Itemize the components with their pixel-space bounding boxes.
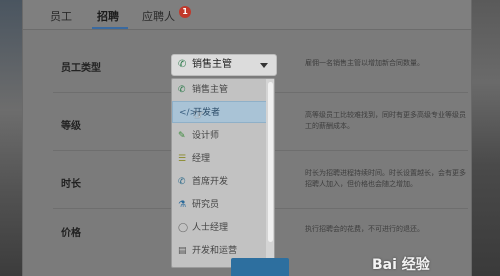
brush-icon: ✎ (178, 131, 186, 141)
circle-icon: ◯ (178, 223, 189, 233)
employee-type-dropdown: ✆ 销售主管 </> 开发者 ✎ 设计师 ☰ 经理 ✆ 首席开发 ⚗ 研究员 ◯… (171, 78, 275, 268)
tab-bar: 员工 招聘 应聘人 1 (23, 0, 471, 30)
server-icon: ▤ (178, 246, 187, 256)
dropdown-option-highlighted[interactable]: </> 开发者 (172, 101, 268, 123)
confirm-button[interactable] (231, 258, 289, 276)
watermark: Bai 经验 (372, 257, 430, 273)
tab-employees[interactable]: 员工 (50, 8, 72, 24)
option-label: 开发和运营 (192, 246, 238, 256)
chevron-down-icon (260, 63, 268, 68)
duration-label: 时长 (61, 179, 81, 190)
price-description: 执行招聘会的花费，不可进行的退还。 (305, 225, 424, 233)
applicants-count-badge: 1 (179, 6, 191, 18)
hire-dialog: 员工 招聘 应聘人 1 员工类型 雇佣一名销售主管以增加新合同数量。 等级 高等… (22, 0, 472, 276)
phone-icon: ✆ (178, 177, 186, 187)
dropdown-option[interactable]: ✆ 首席开发 (172, 171, 268, 193)
price-label: 价格 (61, 228, 81, 239)
background-right (472, 0, 500, 276)
level-label: 等级 (61, 121, 81, 132)
tab-applicants[interactable]: 应聘人 (142, 8, 175, 24)
option-label: 研究员 (192, 200, 220, 210)
dropdown-option[interactable]: ☰ 经理 (172, 148, 268, 170)
option-label: 销售主管 (192, 85, 229, 95)
dropdown-option[interactable]: ⚗ 研究员 (172, 194, 268, 216)
option-label: 人士经理 (192, 223, 229, 233)
employee-type-select[interactable]: ✆ 销售主管 (171, 54, 277, 76)
mouse-cursor-icon: ☞ (193, 108, 205, 123)
dropdown-option[interactable]: ✆ 销售主管 (172, 79, 268, 101)
phone-icon: ✆ (178, 85, 186, 95)
duration-description: 时长为招聘进程持续时间。时长设置越长，会有更多招聘人加入，但价格也会随之增加。 (305, 169, 466, 188)
dropdown-option[interactable]: ✎ 设计师 (172, 125, 268, 147)
tab-recruit[interactable]: 招聘 (97, 8, 119, 24)
phone-icon: ✆ (178, 59, 187, 70)
dropdown-option[interactable]: ◯ 人士经理 (172, 217, 268, 239)
employee-type-label: 员工类型 (61, 63, 101, 74)
dropdown-scroll-thumb[interactable] (268, 82, 273, 242)
option-label: 首席开发 (192, 177, 229, 187)
option-label: 经理 (192, 154, 211, 164)
background-left (0, 0, 22, 276)
list-icon: ☰ (178, 154, 187, 164)
option-label: 设计师 (192, 131, 220, 141)
flask-icon: ⚗ (178, 200, 187, 210)
level-description: 高等级员工比较难找到，同时有更多高级专业等级员工的薪酬成本。 (305, 111, 466, 130)
active-tab-indicator (92, 27, 128, 29)
employee-type-description: 雇佣一名销售主管以增加新合同数量。 (305, 59, 424, 67)
select-value: 销售主管 (192, 59, 232, 70)
